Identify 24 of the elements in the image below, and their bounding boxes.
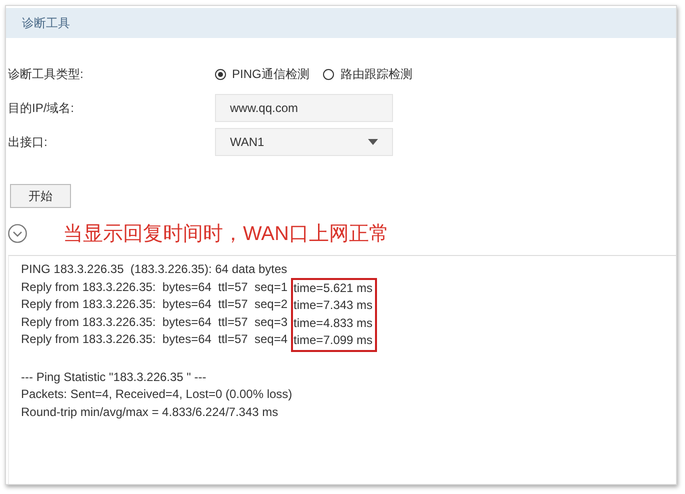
dropdown[interactable]: WAN1 bbox=[215, 128, 393, 156]
radio-option[interactable]: PING通信检测 bbox=[215, 66, 310, 82]
reply-time: time=5.621 ms bbox=[294, 280, 373, 296]
reply-time: time=7.343 ms bbox=[294, 297, 373, 314]
radio-option[interactable]: 路由跟踪检测 bbox=[323, 66, 412, 82]
annotation-text: 当显示回复时间时，WAN口上网正常 bbox=[63, 222, 389, 247]
reply-time: time=4.833 ms bbox=[294, 314, 373, 332]
output-line: Reply from 183.3.226.35: bytes=64 ttl=57 seq=3 bbox=[21, 314, 288, 330]
output-line: Round-trip min/avg/max = 4.833/6.224/7.343 ms bbox=[21, 404, 280, 420]
collapse-icon[interactable] bbox=[8, 224, 27, 243]
caret-icon bbox=[368, 139, 378, 145]
start-button[interactable]: 开始 bbox=[10, 184, 71, 208]
field-label: 出接口: bbox=[8, 134, 48, 150]
field-label: 诊断工具类型: bbox=[8, 66, 84, 82]
output-line: Reply from 183.3.226.35: bytes=64 ttl=57 seq=2 bbox=[21, 296, 288, 313]
output-line: PING 183.3.226.35 (183.3.226.35): 64 data bytes bbox=[21, 261, 288, 278]
output-line: Reply from 183.3.226.35: bytes=64 ttl=57 seq=4 bbox=[21, 331, 288, 348]
reply-time: time=7.099 ms bbox=[294, 332, 373, 349]
input-field[interactable]: www.qq.com bbox=[215, 94, 393, 122]
field-label: 目的IP/域名: bbox=[8, 100, 76, 116]
output-line: Packets: Sent=4, Received=4, Lost=0 (0.00% loss) bbox=[21, 386, 294, 403]
output-line: Reply from 183.3.226.35: bytes=64 ttl=57 seq=1 bbox=[21, 278, 288, 296]
panel-header: 诊断工具 bbox=[6, 8, 676, 38]
output-line: --- Ping Statistic "183.3.226.35 " --- bbox=[21, 368, 208, 386]
